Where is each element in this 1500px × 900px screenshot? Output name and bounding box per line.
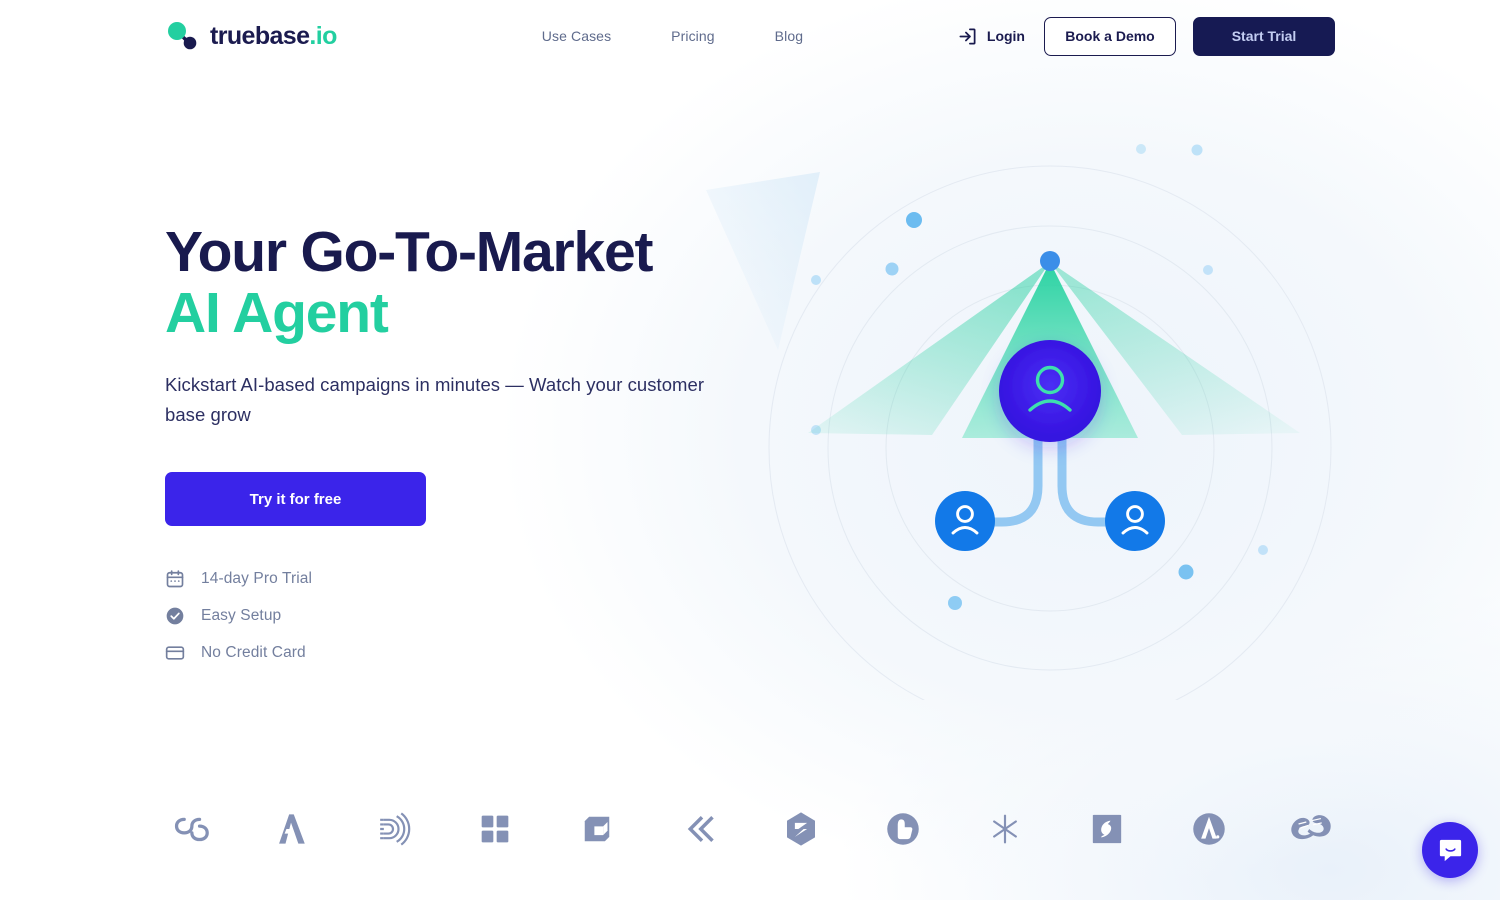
client-logo-hexagon-z <box>777 805 825 853</box>
client-logo-hands <box>1287 805 1335 853</box>
hero-content: Your Go-To-Market AI Agent Kickstart AI-… <box>165 222 785 663</box>
right-contact-node <box>1105 491 1165 551</box>
circle-thumb-icon <box>887 813 919 845</box>
client-logo-asterisk <box>981 805 1029 853</box>
hero-illustration <box>706 144 1332 700</box>
circle-a-icon <box>1193 813 1225 845</box>
client-logo-thumb <box>879 805 927 853</box>
four-square-grid-icon <box>481 815 509 843</box>
orbit-rings <box>768 165 1332 700</box>
client-logo-fingerprint <box>369 805 417 853</box>
double-chevron-icon <box>687 816 714 842</box>
brand-name: truebase.io <box>210 21 337 50</box>
feature-item-trial: 14-day Pro Trial <box>165 569 785 589</box>
user-icon <box>1121 505 1149 535</box>
emitter-dot <box>1040 251 1060 271</box>
truebase-logo-mark <box>168 22 197 50</box>
central-agent-node <box>999 340 1101 442</box>
credit-card-icon <box>165 646 185 660</box>
feature-item-no-card: No Credit Card <box>165 643 785 663</box>
loop-infinity-icon <box>174 817 209 842</box>
start-trial-button[interactable]: Start Trial <box>1193 16 1335 56</box>
client-logo-circle-a <box>1185 805 1233 853</box>
page-title: Your Go-To-Market AI Agent <box>165 222 785 344</box>
hero-subtitle: Kickstart AI-based campaigns in minutes … <box>165 374 705 425</box>
a-triangle-icon <box>279 814 305 844</box>
asterisk-icon <box>993 814 1017 844</box>
headline-line-1: Your Go-To-Market <box>165 220 654 284</box>
client-logo-cube <box>573 805 621 853</box>
cube-box-icon <box>584 816 610 842</box>
client-logo-a-triangle <box>267 805 315 853</box>
hexagon-z-icon <box>787 812 815 846</box>
hands-leaf-icon <box>1291 815 1331 840</box>
orbit-dots <box>811 144 1268 610</box>
client-logo-grid <box>471 805 519 853</box>
feature-item-setup: Easy Setup <box>165 606 785 626</box>
headline-line-2: AI Agent <box>165 281 389 345</box>
chat-widget-button[interactable] <box>1422 822 1478 878</box>
hero-feature-list: 14-day Pro Trial Easy Setup No Credit Ca… <box>165 569 785 663</box>
brand-logo[interactable]: truebase.io <box>165 20 337 52</box>
login-label: Login <box>986 28 1025 44</box>
feature-label-setup: Easy Setup <box>201 607 282 624</box>
user-icon <box>1028 365 1072 412</box>
header-actions: Login Book a Demo Start Trial <box>956 16 1335 56</box>
chat-bubble-icon <box>1439 839 1461 861</box>
landing-page: truebase.io Use Cases Pricing Blog Login… <box>0 0 1500 900</box>
main-nav: Use Cases Pricing Blog <box>542 28 803 44</box>
nav-item-use-cases[interactable]: Use Cases <box>542 28 611 44</box>
feature-label-no-card: No Credit Card <box>201 644 306 661</box>
calendar-icon <box>166 570 184 588</box>
client-logo-square-s <box>1083 805 1131 853</box>
site-header: truebase.io Use Cases Pricing Blog Login… <box>0 0 1500 72</box>
fingerprint-d-icon <box>380 812 411 846</box>
left-contact-node <box>935 491 995 551</box>
try-it-for-free-button[interactable]: Try it for free <box>165 472 426 526</box>
check-circle-icon <box>166 607 184 625</box>
user-icon <box>951 505 979 535</box>
nav-item-blog[interactable]: Blog <box>775 28 803 44</box>
client-logo-chevrons <box>675 805 723 853</box>
nav-item-pricing[interactable]: Pricing <box>671 28 715 44</box>
book-demo-button[interactable]: Book a Demo <box>1044 16 1176 56</box>
login-arrow-icon <box>959 28 976 44</box>
signal-beams <box>808 262 1300 438</box>
login-button[interactable]: Login <box>956 23 1027 50</box>
square-s-icon <box>1092 814 1122 844</box>
client-logo-loop <box>165 805 213 853</box>
feature-label-trial: 14-day Pro Trial <box>201 570 313 587</box>
client-logo-strip <box>165 800 1335 858</box>
node-connectors <box>971 433 1129 527</box>
